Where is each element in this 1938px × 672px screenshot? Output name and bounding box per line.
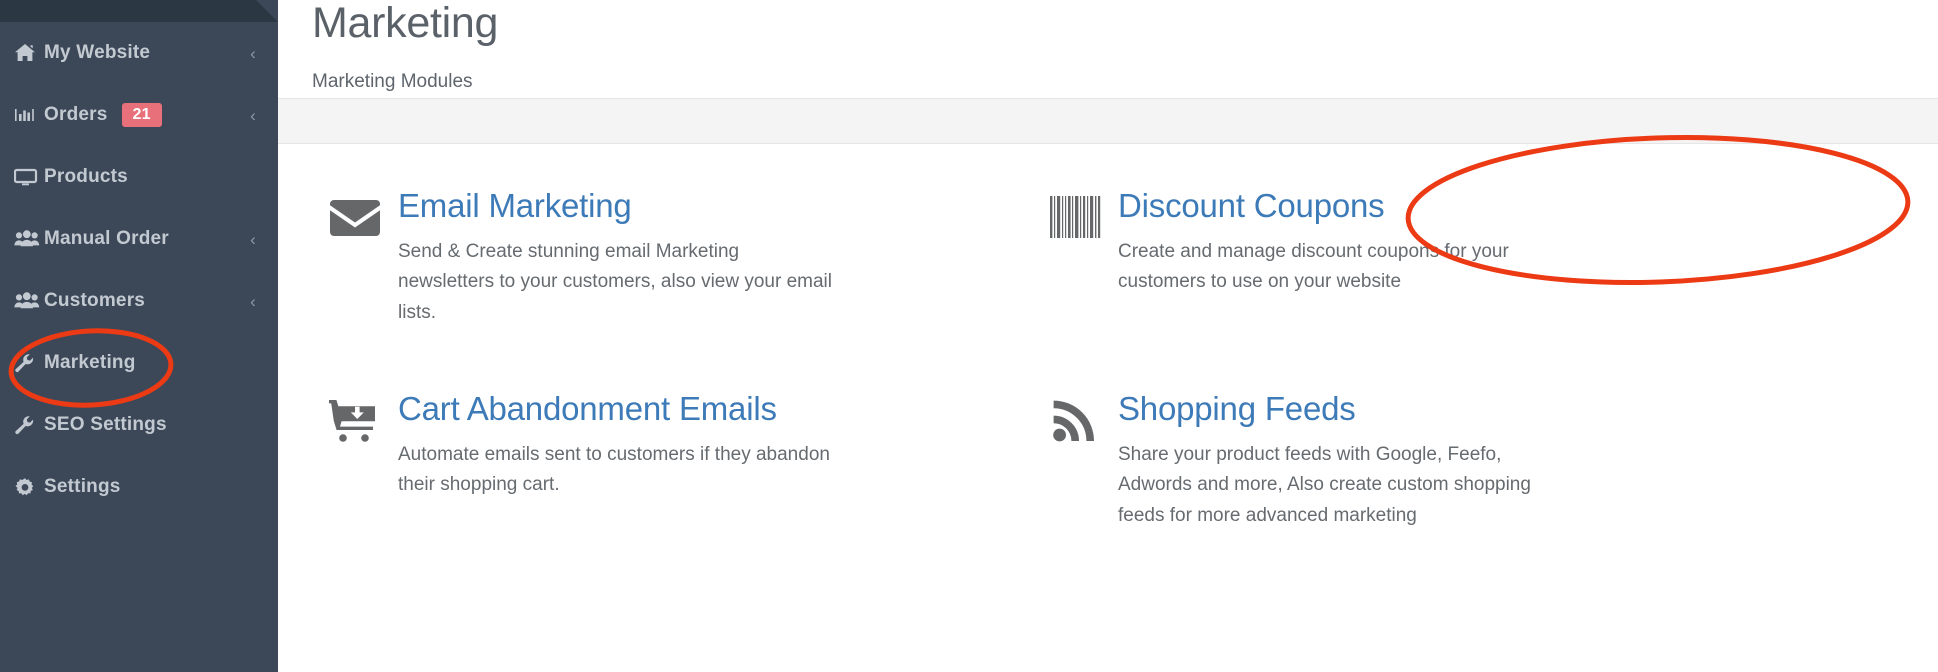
sidebar-topbar-notch xyxy=(256,0,278,22)
sidebar-item-manual-order[interactable]: Manual Order ‹ xyxy=(0,208,278,270)
module-description: Share your product feeds with Google, Fe… xyxy=(1118,443,1531,527)
module-card-shopping-feeds[interactable]: Shopping Feeds Share your product feeds … xyxy=(1032,391,1938,532)
envelope-icon xyxy=(312,188,398,240)
sidebar-item-label: Settings xyxy=(44,476,121,497)
module-body: Shopping Feeds Share your product feeds … xyxy=(1118,391,1898,532)
page-header: Marketing Marketing Modules xyxy=(278,0,1938,98)
module-title-link[interactable]: Shopping Feeds xyxy=(1118,390,1356,427)
rss-icon xyxy=(1032,391,1118,443)
sidebar-item-settings[interactable]: Settings xyxy=(0,456,278,518)
marketing-modules-grid: Email Marketing Send & Create stunning e… xyxy=(278,144,1938,672)
module-description: Create and manage discount coupons for y… xyxy=(1118,240,1509,293)
module-title-link[interactable]: Cart Abandonment Emails xyxy=(398,390,777,427)
chevron-left-icon[interactable]: ‹ xyxy=(250,107,256,124)
chart-bar-icon xyxy=(14,105,44,125)
home-icon xyxy=(14,43,44,63)
module-body: Cart Abandonment Emails Automate emails … xyxy=(398,391,992,501)
sidebar-item-label: SEO Settings xyxy=(44,414,167,435)
sidebar-item-label: Marketing xyxy=(44,352,136,373)
barcode-icon xyxy=(1032,188,1118,240)
sidebar-topbar xyxy=(0,0,278,22)
sidebar-item-orders[interactable]: Orders 21 ‹ xyxy=(0,84,278,146)
module-description: Automate emails sent to customers if the… xyxy=(398,443,830,496)
module-title-link[interactable]: Email Marketing xyxy=(398,187,632,224)
module-title-link[interactable]: Discount Coupons xyxy=(1118,187,1385,224)
module-card-email-marketing[interactable]: Email Marketing Send & Create stunning e… xyxy=(312,188,1032,329)
sidebar-item-customers[interactable]: Customers ‹ xyxy=(0,270,278,332)
sidebar-item-label: Customers xyxy=(44,290,146,311)
page-title: Marketing xyxy=(312,0,499,47)
module-body: Discount Coupons Create and manage disco… xyxy=(1118,188,1898,298)
orders-count-badge: 21 xyxy=(121,102,162,128)
module-body: Email Marketing Send & Create stunning e… xyxy=(398,188,992,329)
sidebar-item-label: My Website xyxy=(44,42,151,63)
gear-icon xyxy=(14,477,44,498)
section-separator xyxy=(278,98,1938,144)
sidebar-item-marketing[interactable]: Marketing xyxy=(0,332,278,394)
sidebar-item-products[interactable]: Products xyxy=(0,146,278,208)
module-description: Send & Create stunning email Marketing n… xyxy=(398,240,832,324)
sidebar-item-label: Products xyxy=(44,166,128,187)
module-card-discount-coupons[interactable]: Discount Coupons Create and manage disco… xyxy=(1032,188,1938,329)
chevron-left-icon[interactable]: ‹ xyxy=(250,45,256,62)
sidebar-item-my-website[interactable]: My Website ‹ xyxy=(0,22,278,84)
sidebar-item-seo-settings[interactable]: SEO Settings xyxy=(0,394,278,456)
wrench-icon xyxy=(14,353,44,373)
main-content: Marketing Marketing Modules Email Market… xyxy=(278,0,1938,672)
chevron-left-icon[interactable]: ‹ xyxy=(250,231,256,248)
users-icon xyxy=(14,229,44,249)
cart-download-icon xyxy=(312,391,398,443)
page-subtitle: Marketing Modules xyxy=(312,71,473,92)
admin-page: My Website ‹ Orders 21 ‹ Products Manual… xyxy=(0,0,1938,672)
sidebar-item-label: Orders xyxy=(44,104,108,125)
module-card-cart-abandonment[interactable]: Cart Abandonment Emails Automate emails … xyxy=(312,391,1032,532)
sidebar-item-label: Manual Order xyxy=(44,228,169,249)
monitor-icon xyxy=(14,167,44,187)
wrench-icon xyxy=(14,415,44,435)
users-icon xyxy=(14,291,44,311)
sidebar-navigation: My Website ‹ Orders 21 ‹ Products Manual… xyxy=(0,0,278,672)
chevron-left-icon[interactable]: ‹ xyxy=(250,293,256,310)
